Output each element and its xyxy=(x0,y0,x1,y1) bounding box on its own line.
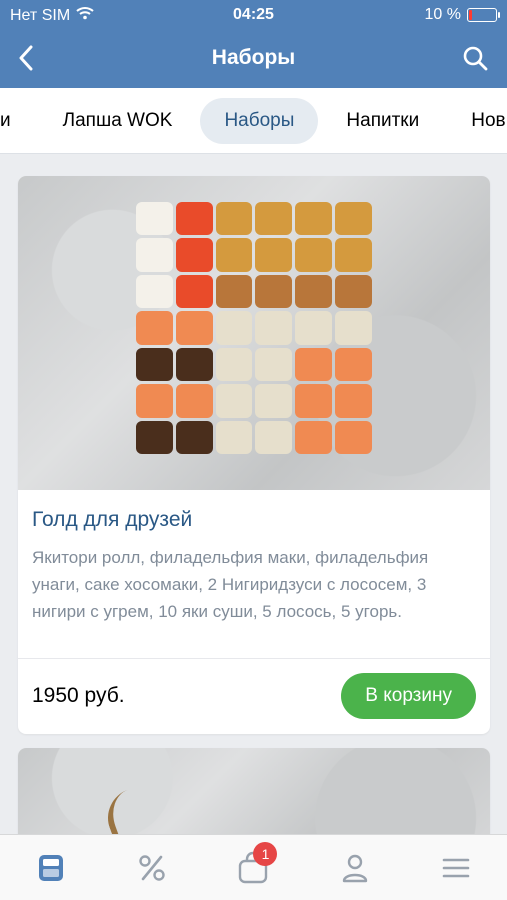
sushi-piece xyxy=(175,420,213,454)
sushi-piece xyxy=(295,420,333,454)
sushi-piece xyxy=(136,274,173,309)
sushi-piece xyxy=(136,238,173,272)
sushi-set-image xyxy=(136,202,372,454)
sushi-piece xyxy=(175,311,213,345)
battery-icon xyxy=(467,8,500,22)
tab-sets[interactable]: Наборы xyxy=(200,98,319,144)
bottom-tab-bar: 1 xyxy=(0,834,507,900)
battery-status: 10 % xyxy=(424,6,500,24)
menu-card-icon[interactable] xyxy=(21,838,81,898)
hamburger-menu-icon[interactable] xyxy=(426,838,486,898)
sushi-piece xyxy=(136,311,173,345)
sushi-piece xyxy=(255,238,293,272)
sushi-piece xyxy=(255,202,293,236)
sushi-piece xyxy=(215,347,253,382)
sushi-piece xyxy=(136,347,173,382)
sushi-piece xyxy=(295,347,333,382)
sushi-piece xyxy=(255,274,293,309)
sushi-piece xyxy=(335,274,372,309)
sushi-piece xyxy=(175,202,213,236)
tab-drinks[interactable]: Напитки xyxy=(322,98,443,144)
sushi-piece xyxy=(136,384,173,418)
sushi-piece xyxy=(175,384,213,418)
category-track: и Лапша WOK Наборы Напитки Нов xyxy=(0,98,507,144)
sushi-piece xyxy=(175,274,213,309)
percent-icon[interactable] xyxy=(122,838,182,898)
search-icon[interactable] xyxy=(457,40,493,76)
profile-icon[interactable] xyxy=(325,838,385,898)
category-tabs: и Лапша WOK Наборы Напитки Нов xyxy=(0,88,507,154)
product-card-next[interactable] xyxy=(18,748,490,848)
sushi-piece xyxy=(335,347,372,382)
sushi-piece xyxy=(175,238,213,272)
sushi-piece xyxy=(215,384,253,418)
product-description: Якитори ролл, филадельфия маки, филадель… xyxy=(32,548,429,621)
sushi-piece xyxy=(295,202,333,236)
sushi-piece xyxy=(215,202,253,236)
status-bar: Нет SIM 04:25 10 % xyxy=(0,0,507,30)
sushi-piece xyxy=(335,238,372,272)
sushi-piece xyxy=(215,311,253,345)
product-photo[interactable] xyxy=(18,176,490,490)
sushi-piece xyxy=(215,238,253,272)
app-header: Нет SIM 04:25 10 % Наборы xyxy=(0,0,507,88)
cart-bag-icon[interactable]: 1 xyxy=(223,838,283,898)
product-title[interactable]: Голд для друзей xyxy=(32,508,476,532)
sushi-piece xyxy=(335,202,372,236)
sushi-piece xyxy=(136,420,173,454)
card-divider xyxy=(18,658,490,659)
product-card[interactable]: Голд для друзей Якитори ролл, филадельфи… xyxy=(18,176,490,734)
product-photo[interactable] xyxy=(18,748,490,848)
sushi-piece xyxy=(295,238,333,272)
sushi-piece xyxy=(215,420,253,454)
battery-percent: 10 % xyxy=(424,6,461,23)
page-title: Наборы xyxy=(211,46,296,69)
tab-wok-noodles[interactable]: Лапша WOK xyxy=(39,98,197,144)
product-price: 1950 руб. xyxy=(32,684,125,707)
sushi-piece xyxy=(335,384,372,418)
sushi-piece xyxy=(255,311,293,345)
sushi-piece xyxy=(335,311,372,345)
navigation-bar: Наборы xyxy=(0,30,507,88)
sushi-piece xyxy=(335,420,372,454)
sushi-piece xyxy=(295,384,333,418)
battery-level xyxy=(469,10,472,20)
sushi-piece xyxy=(295,274,333,309)
cart-count-badge: 1 xyxy=(253,841,278,866)
sushi-piece xyxy=(255,384,293,418)
sushi-piece xyxy=(136,202,173,236)
sushi-piece xyxy=(175,347,213,382)
tab-new[interactable]: Нов xyxy=(447,98,507,144)
tab-prev-category[interactable]: и xyxy=(0,98,35,144)
sushi-piece xyxy=(215,274,253,309)
add-to-cart-button[interactable]: В корзину xyxy=(341,673,476,719)
sushi-piece xyxy=(295,311,333,345)
sushi-piece xyxy=(255,420,293,454)
sushi-piece xyxy=(255,347,293,382)
